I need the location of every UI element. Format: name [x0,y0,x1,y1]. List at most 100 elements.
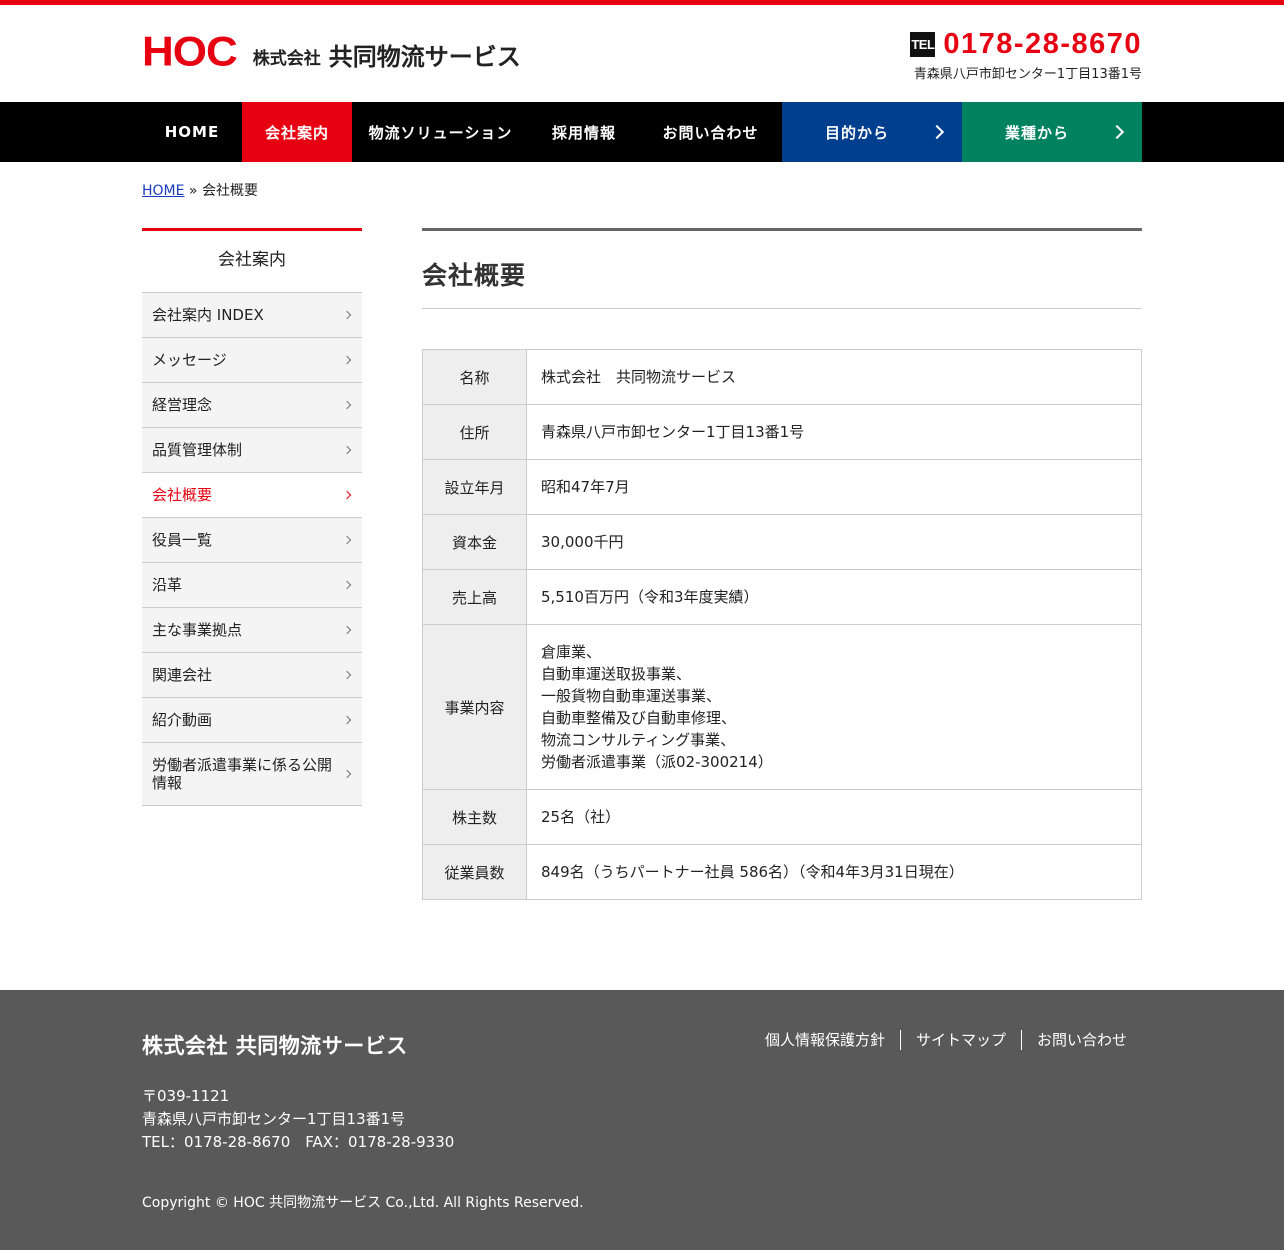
row-label: 住所 [422,404,527,460]
row-value: 849名（うちパートナー社員 586名）（令和4年3月31日現在） [526,844,1142,900]
row-label: 設立年月 [422,459,527,515]
site-header: HOC 株式会社 共同物流サービス TEL 0178-28-8670 青森県八戸… [0,5,1284,102]
business-line: 自動車整備及び自動車修理、 [541,709,737,727]
row-value: 30,000千円 [526,514,1142,570]
row-value-business: 倉庫業、 自動車運送取扱事業、 一般貨物自動車運送事業、 自動車整備及び自動車修… [526,624,1142,790]
sidebar-item-dispatch-info[interactable]: 労働者派遣事業に係る公開情報 [142,743,362,806]
site-footer: 株式会社 共同物流サービス 個人情報保護方針 サイトマップ お問い合わせ 〒03… [0,990,1284,1250]
chevron-right-icon [342,580,352,590]
footer-company-name: 株式会社 共同物流サービス [142,1034,408,1058]
table-row: 設立年月 昭和47年7月 [422,459,1142,515]
row-label: 売上高 [422,569,527,625]
nav-cta-industry[interactable]: 業種から [962,102,1142,162]
breadcrumb-home-link[interactable]: HOME [142,183,184,199]
business-line: 物流コンサルティング事業、 [541,731,736,749]
nav-contact[interactable]: お問い合わせ [639,102,782,162]
footer-address: 青森県八戸市卸センター1丁目13番1号 [142,1110,406,1128]
sidebar-item-label: 労働者派遣事業に係る公開情報 [152,756,333,792]
table-row: 株主数 25名（社） [422,789,1142,845]
sidebar-item-philosophy[interactable]: 経営理念 [142,383,362,428]
table-row: 名称 株式会社 共同物流サービス [422,349,1142,405]
row-label: 株主数 [422,789,527,845]
site-logo[interactable]: HOC 株式会社 共同物流サービス [142,28,521,75]
footer-link-contact[interactable]: お問い合わせ [1020,1030,1142,1050]
logo-company-name: 共同物流サービス [328,43,521,71]
row-value: 昭和47年7月 [526,459,1142,515]
sidebar-item-label: 関連会社 [152,666,213,684]
chevron-right-icon [342,490,352,500]
sidebar-item-officers[interactable]: 役員一覧 [142,518,362,563]
chevron-right-icon [342,355,352,365]
nav-cta-purpose-label: 目的から [824,123,889,142]
chevron-right-icon [342,535,352,545]
footer-tel-fax: TEL：0178-28-8670 FAX：0178-28-9330 [142,1133,455,1151]
nav-cta-purpose[interactable]: 目的から [782,102,962,162]
row-value: 青森県八戸市卸センター1丁目13番1号 [526,404,1142,460]
business-line: 自動車運送取扱事業、 [541,665,692,683]
footer-link-sitemap[interactable]: サイトマップ [899,1030,1021,1050]
header-contact: TEL 0178-28-8670 青森県八戸市卸センター1丁目13番1号 [910,29,1142,82]
sidebar-item-affiliates[interactable]: 関連会社 [142,653,362,698]
chevron-right-icon [342,769,352,779]
chevron-right-icon [342,400,352,410]
main-content: 会社概要 名称 株式会社 共同物流サービス 住所 青森県八戸市卸センター1丁目1… [422,228,1142,900]
footer-links: 個人情報保護方針 サイトマップ お問い合わせ [750,1030,1142,1050]
nav-company[interactable]: 会社案内 [242,102,352,162]
row-value: 25名（社） [526,789,1142,845]
row-label: 名称 [422,349,527,405]
logo-mark: HOC [142,28,238,75]
tel-number[interactable]: 0178-28-8670 [943,29,1142,59]
sidebar-item-label: 紹介動画 [152,711,213,729]
table-row: 資本金 30,000千円 [422,514,1142,570]
breadcrumb-separator: » [184,183,202,199]
logo-kabushiki: 株式会社 [252,49,321,69]
company-info-table: 名称 株式会社 共同物流サービス 住所 青森県八戸市卸センター1丁目13番1号 … [422,349,1142,900]
sidebar-item-overview[interactable]: 会社概要 [142,473,362,518]
chevron-right-icon [342,310,352,320]
page-title-block: 会社概要 [422,228,1142,309]
sidebar-item-label: 主な事業拠点 [152,621,243,639]
chevron-right-icon [342,670,352,680]
sidebar-item-message[interactable]: メッセージ [142,338,362,383]
nav-cta-industry-label: 業種から [1004,123,1069,142]
sidebar-item-quality[interactable]: 品質管理体制 [142,428,362,473]
table-row: 従業員数 849名（うちパートナー社員 586名）（令和4年3月31日現在） [422,844,1142,900]
breadcrumb-current: 会社概要 [201,183,258,199]
row-label: 事業内容 [422,624,527,790]
business-line: 倉庫業、 [541,643,602,661]
row-label: 資本金 [422,514,527,570]
sidebar-item-video[interactable]: 紹介動画 [142,698,362,743]
nav-home[interactable]: HOME [142,102,242,162]
chevron-right-icon [342,625,352,635]
sidebar-item-label: 役員一覧 [152,531,213,549]
nav-logistics-solution[interactable]: 物流ソリューション [352,102,529,162]
business-line: 一般貨物自動車運送事業、 [541,687,722,705]
sidebar-menu: 会社案内 INDEX メッセージ 経営理念 品質管理体制 会社概要 役員一覧 沿… [142,292,362,806]
footer-address-block: 〒039-1121 青森県八戸市卸センター1丁目13番1号 TEL：0178-2… [142,1085,454,1154]
row-value: 株式会社 共同物流サービス [526,349,1142,405]
sidebar-item-history[interactable]: 沿革 [142,563,362,608]
sidebar-item-label: 沿革 [152,576,183,594]
breadcrumb: HOME » 会社概要 [142,180,258,200]
sidebar-item-locations[interactable]: 主な事業拠点 [142,608,362,653]
row-label: 従業員数 [422,844,527,900]
sidebar-item-label: 経営理念 [152,396,213,414]
table-row: 売上高 5,510百万円（令和3年度実績） [422,569,1142,625]
table-row: 事業内容 倉庫業、 自動車運送取扱事業、 一般貨物自動車運送事業、 自動車整備及… [422,624,1142,790]
chevron-right-icon [342,445,352,455]
global-nav: HOME 会社案内 物流ソリューション 採用情報 お問い合わせ 目的から 業種か… [0,102,1284,162]
sidebar-item-label: 会社案内 INDEX [152,306,264,324]
footer-link-privacy[interactable]: 個人情報保護方針 [750,1030,900,1050]
row-value: 5,510百万円（令和3年度実績） [526,569,1142,625]
nav-recruit[interactable]: 採用情報 [529,102,639,162]
business-line: 労働者派遣事業（派02-300214） [541,753,773,771]
tel-icon: TEL [910,31,936,57]
table-row: 住所 青森県八戸市卸センター1丁目13番1号 [422,404,1142,460]
sidebar-item-label: 品質管理体制 [152,441,243,459]
chevron-right-icon [929,124,945,140]
chevron-right-icon [342,715,352,725]
sidebar: 会社案内 会社案内 INDEX メッセージ 経営理念 品質管理体制 会社概要 役… [142,228,362,806]
sidebar-item-index[interactable]: 会社案内 INDEX [142,293,362,338]
footer-copyright: Copyright © HOC 共同物流サービス Co.,Ltd. All Ri… [142,1195,584,1211]
footer-postal: 〒039-1121 [142,1087,230,1105]
